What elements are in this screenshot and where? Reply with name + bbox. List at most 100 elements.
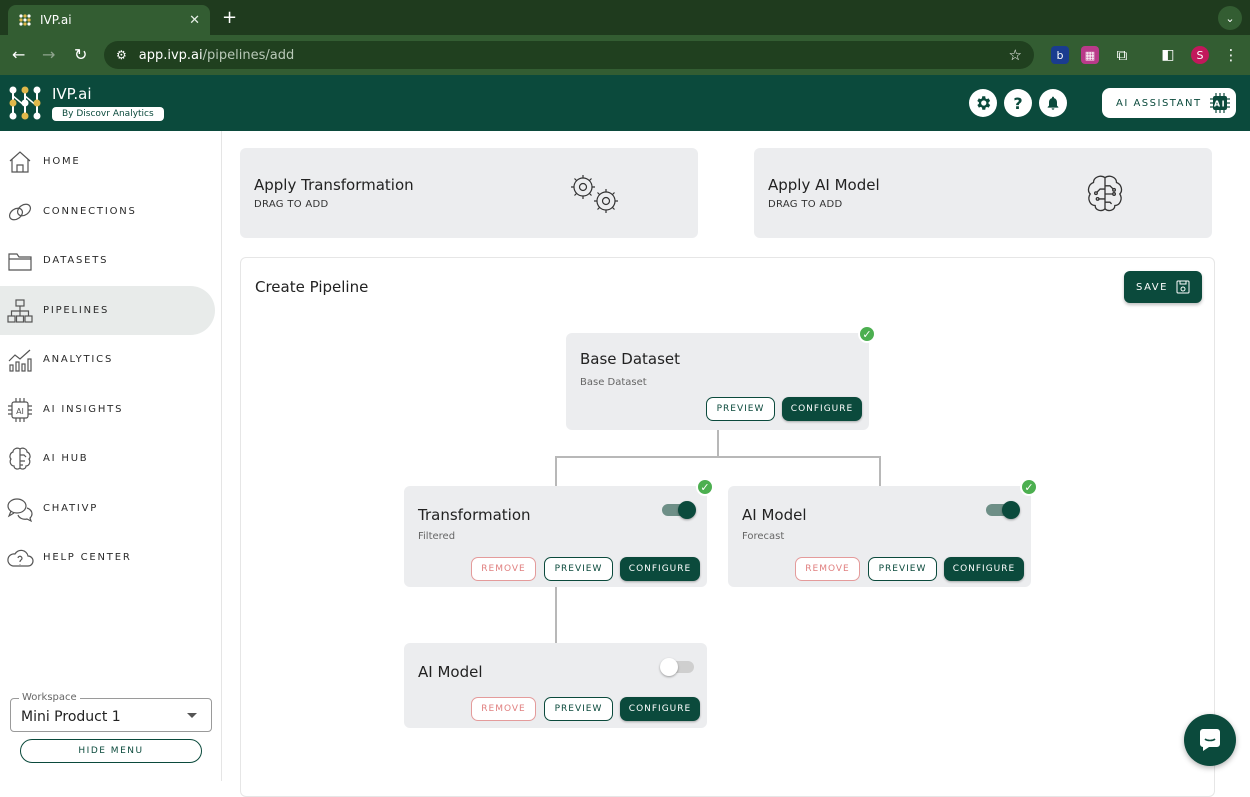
tab-close-icon[interactable]: ✕ [189, 13, 200, 28]
sidebar-item-home[interactable]: HOME [0, 137, 215, 186]
sidebar-item-label: ANALYTICS [43, 354, 114, 365]
ai-model-node[interactable]: AI Model REMOVE PREVIEW CONFIGURE [404, 643, 707, 728]
sidebar-item-label: HELP CENTER [43, 552, 132, 563]
sidebar-item-label: CHATIVP [43, 503, 99, 514]
sidebar-item-pipelines[interactable]: PIPELINES [0, 286, 215, 335]
sidebar-item-label: AI HUB [43, 453, 89, 464]
gears-icon [571, 175, 618, 213]
enable-toggle[interactable] [986, 501, 1020, 519]
apply-ai-model-card[interactable]: Apply AI Model DRAG TO ADD [754, 148, 1212, 238]
base-dataset-node[interactable]: Base Dataset Base Dataset PREVIEW CONFIG… [566, 325, 876, 430]
toggle-knob [1002, 501, 1020, 519]
back-arrow-icon[interactable]: ← [12, 45, 25, 64]
card-subtitle: DRAG TO ADD [254, 199, 329, 210]
connector-line [555, 456, 881, 458]
sidebar-item-connections[interactable]: CONNECTIONS [0, 187, 215, 236]
configure-button[interactable]: CONFIGURE [620, 697, 700, 721]
enable-toggle[interactable] [662, 501, 696, 519]
browser-menu-icon[interactable]: ⋮ [1222, 46, 1240, 64]
new-tab-icon[interactable]: + [222, 7, 237, 28]
remove-button[interactable]: REMOVE [795, 557, 860, 581]
connector-line [717, 429, 719, 457]
folder-icon [8, 252, 32, 271]
configure-button[interactable]: CONFIGURE [944, 557, 1024, 581]
ai-model-forecast-node[interactable]: AI Model Forecast REMOVE PREVIEW CONFIGU… [728, 478, 1038, 587]
transformation-node[interactable]: Transformation Filtered REMOVE PREVIEW C… [404, 478, 714, 587]
configure-button[interactable]: CONFIGURE [782, 397, 862, 421]
save-button[interactable]: SAVE [1124, 271, 1202, 303]
check-circle-icon: ✓ [696, 478, 714, 496]
brain-icon [1087, 175, 1123, 212]
node-title: AI Model [742, 506, 807, 524]
preview-button[interactable]: PREVIEW [544, 697, 613, 721]
tab-title: IVP.ai [40, 13, 72, 27]
bookmark-star-icon[interactable]: ☆ [1009, 46, 1022, 64]
remove-button[interactable]: REMOVE [471, 557, 536, 581]
card-subtitle: DRAG TO ADD [768, 199, 843, 210]
forward-arrow-icon[interactable]: → [42, 45, 55, 64]
chart-icon [8, 349, 32, 372]
save-label: SAVE [1136, 281, 1168, 293]
brand-byline: By Discovr Analytics [52, 107, 164, 121]
sidebar-item-help-center[interactable]: HELP CENTER [0, 533, 215, 582]
workspace-legend: Workspace [19, 692, 80, 703]
preview-button[interactable]: PREVIEW [868, 557, 937, 581]
sidebar-item-datasets[interactable]: DATASETS [0, 236, 215, 285]
browser-tab[interactable]: IVP.ai ✕ [8, 5, 210, 35]
profile-avatar[interactable]: S [1191, 46, 1209, 64]
sidebar-item-analytics[interactable]: ANALYTICS [0, 335, 215, 384]
side-panel-icon[interactable]: ◧ [1159, 46, 1177, 64]
connector-line [879, 456, 881, 486]
card-title: Apply AI Model [768, 176, 880, 194]
preview-button[interactable]: PREVIEW [706, 397, 775, 421]
card-title: Apply Transformation [254, 176, 414, 194]
sidebar-item-ai-insights[interactable]: AI AI INSIGHTS [0, 385, 215, 434]
sidebar-item-label: AI INSIGHTS [43, 404, 124, 415]
browser-toolbar: ← → ↻ ⚙ app.ivp.ai/pipelines/add ☆ b ▦ ⧉… [0, 35, 1250, 75]
dropdown-caret-icon [187, 713, 197, 718]
ai-chip-icon: AI [8, 397, 32, 422]
configure-button[interactable]: CONFIGURE [620, 557, 700, 581]
chat-bubble-icon [1200, 729, 1220, 751]
pipeline-title: Create Pipeline [255, 278, 369, 296]
address-bar[interactable]: ⚙ app.ivp.ai/pipelines/add ☆ [104, 41, 1034, 69]
chat-bubbles-icon [7, 497, 33, 522]
pipeline-icon [7, 298, 33, 323]
node-title: AI Model [418, 663, 483, 681]
workspace-select[interactable]: Workspace Mini Product 1 [10, 692, 212, 732]
url-host: app.ivp.ai [138, 47, 203, 63]
extensions-puzzle-icon[interactable]: ⧉ [1113, 46, 1131, 64]
ai-assistant-button[interactable]: AI ASSISTANT AI [1102, 88, 1236, 118]
node-subtitle: Base Dataset [580, 377, 647, 388]
hide-menu-button[interactable]: HIDE MENU [20, 739, 202, 763]
sidebar-item-label: CONNECTIONS [43, 206, 137, 217]
home-icon [9, 150, 31, 173]
apply-transformation-card[interactable]: Apply Transformation DRAG TO ADD [240, 148, 698, 238]
create-pipeline-panel: Create Pipeline SAVE Base Dataset Base D… [240, 257, 1215, 797]
site-settings-icon[interactable]: ⚙ [116, 48, 127, 62]
chat-widget-button[interactable] [1184, 714, 1236, 766]
extension-grid-icon[interactable]: ▦ [1081, 46, 1099, 64]
workspace-value: Mini Product 1 [21, 709, 121, 725]
settings-gear-icon[interactable] [969, 89, 997, 117]
ivp-logo-icon[interactable] [7, 84, 43, 122]
ai-assistant-label: AI ASSISTANT [1116, 97, 1202, 109]
notification-bell-icon[interactable] [1039, 89, 1067, 117]
enable-toggle[interactable] [660, 658, 694, 676]
url-path: /pipelines/add [202, 47, 295, 63]
brain-icon [9, 447, 31, 470]
ai-chip-icon: AI [1209, 93, 1230, 113]
node-subtitle: Forecast [742, 531, 785, 542]
remove-button[interactable]: REMOVE [471, 697, 536, 721]
help-question-icon[interactable]: ? [1004, 89, 1032, 117]
preview-button[interactable]: PREVIEW [544, 557, 613, 581]
sidebar-item-chativp[interactable]: CHATIVP [0, 484, 215, 533]
node-title: Base Dataset [580, 350, 681, 368]
extension-b-icon[interactable]: b [1051, 46, 1069, 64]
app-brand: IVP.ai [52, 85, 92, 103]
sidebar-item-ai-hub[interactable]: AI HUB [0, 434, 215, 483]
browser-tab-strip: IVP.ai ✕ + ⌄ [0, 0, 1250, 35]
tab-search-chevron-icon[interactable]: ⌄ [1218, 6, 1242, 30]
sidebar-item-label: DATASETS [43, 255, 109, 266]
reload-icon[interactable]: ↻ [74, 45, 87, 64]
